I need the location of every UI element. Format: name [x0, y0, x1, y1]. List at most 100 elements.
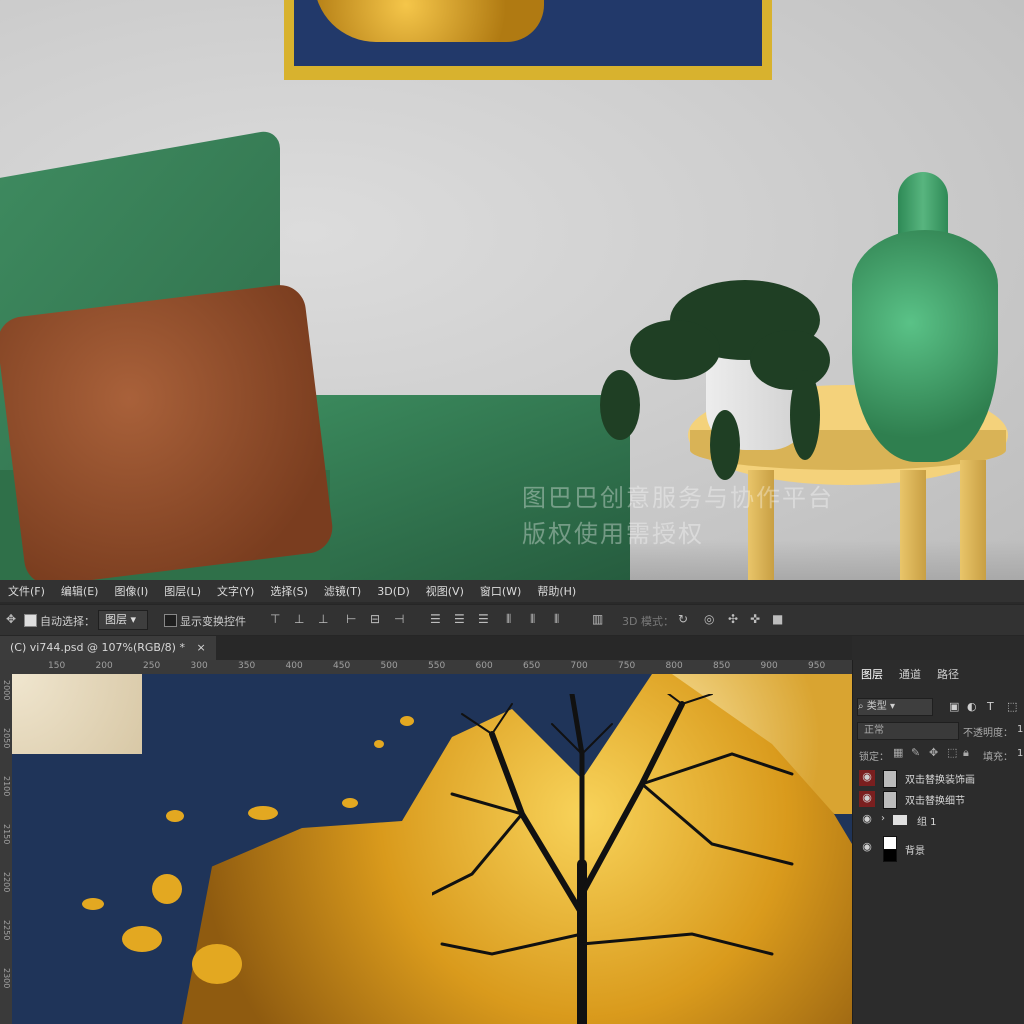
- 3d-mode-label: 3D 模式：: [622, 615, 674, 628]
- ruler-tick-label: 2100: [2, 776, 11, 797]
- menu-edit[interactable]: 编辑(E): [53, 583, 107, 599]
- distribute-top-icon[interactable]: ☰: [430, 612, 441, 626]
- close-tab-icon[interactable]: ×: [196, 641, 205, 654]
- ruler-tick-label: 650: [523, 661, 541, 671]
- fill-value[interactable]: 1: [1017, 748, 1023, 759]
- align-vcenter-icon[interactable]: ⊥: [294, 612, 304, 626]
- ruler-tick-label: 750: [618, 661, 636, 671]
- table-leg: [900, 470, 926, 580]
- smart-object-icon: [883, 770, 897, 788]
- mockup-preview: 图巴巴创意服务与协作平台 版权使用需授权: [0, 0, 1024, 580]
- blend-mode-dropdown[interactable]: 正常: [857, 722, 959, 740]
- opacity-value[interactable]: 1: [1017, 724, 1023, 735]
- ruler-tick-label: 850: [713, 661, 731, 671]
- align-bottom-icon[interactable]: ⊥: [318, 612, 328, 626]
- menu-file[interactable]: 文件(F): [0, 583, 53, 599]
- watermark-line-2: 版权使用需授权: [522, 520, 704, 548]
- menu-select[interactable]: 选择(S): [262, 583, 316, 599]
- horizontal-ruler: 150 200 250 300 350 400 450 500 550 600 650 700 750 8…: [0, 660, 852, 675]
- menu-window[interactable]: 窗口(W): [472, 583, 529, 599]
- fill-label: 填充：: [983, 752, 1013, 763]
- show-transform-checkbox[interactable]: [164, 614, 177, 627]
- lock-position-icon[interactable]: ✥: [929, 746, 938, 759]
- ruler-tick-label: 2250: [2, 920, 11, 941]
- tab-channels[interactable]: 通道: [899, 666, 921, 682]
- eye-icon[interactable]: ◉: [859, 840, 875, 856]
- filter-image-icon[interactable]: ▣: [949, 700, 959, 713]
- filter-shape-icon[interactable]: ⬚: [1007, 700, 1017, 713]
- smart-object-icon: [883, 791, 897, 809]
- ivy-plant: [590, 260, 850, 490]
- ruler-tick-label: 250: [143, 661, 161, 671]
- distribute-hcenter-icon[interactable]: ⦀: [530, 612, 535, 627]
- align-left-icon[interactable]: ⊢: [346, 612, 356, 626]
- framed-artwork: [294, 0, 762, 66]
- layer-row[interactable]: ◉ 双击替换装饰画: [853, 768, 1024, 788]
- vertical-ruler: 2000 2050 2100 2150 2200 2250 2300: [0, 674, 12, 1024]
- document-tab-bar: (C) vi744.psd @ 107%(RGB/8) * ×: [0, 636, 852, 660]
- opacity-label: 不透明度：: [963, 728, 1013, 739]
- watermark-line-1: 图巴巴创意服务与协作平台: [522, 484, 834, 512]
- eye-icon[interactable]: ◉: [859, 812, 875, 828]
- menu-layer[interactable]: 图层(L): [156, 583, 209, 599]
- layer-name: 背景: [905, 846, 925, 857]
- layer-filter-dropdown[interactable]: ⌕ 类型 ▾: [857, 698, 933, 716]
- options-bar: ✥ 自动选择： 图层 ▾ 显示变换控件 ⊤ ⊥ ⊥ ⊢ ⊟ ⊣ ☰ ☰ ☰ ⦀ …: [0, 604, 1024, 636]
- folder-icon: [893, 815, 907, 825]
- menu-type[interactable]: 文字(Y): [209, 583, 262, 599]
- ruler-tick-label: 2150: [2, 824, 11, 845]
- document-tab[interactable]: (C) vi744.psd @ 107%(RGB/8) * ×: [0, 636, 216, 660]
- filter-adjust-icon[interactable]: ◐: [967, 700, 977, 713]
- ruler-tick-label: 800: [665, 661, 683, 671]
- distribute-bottom-icon[interactable]: ☰: [478, 612, 489, 626]
- lock-paint-icon[interactable]: ✎: [911, 746, 920, 759]
- auto-select-label: 自动选择：: [40, 615, 95, 628]
- ruler-tick-label: 350: [238, 661, 256, 671]
- eye-icon[interactable]: ◉: [859, 770, 875, 786]
- lock-artboard-icon[interactable]: ⬚: [947, 746, 957, 759]
- layer-name: 双击替换装饰画: [905, 775, 975, 786]
- lock-all-icon[interactable]: 🔒︎: [963, 746, 969, 760]
- tab-paths[interactable]: 路径: [937, 666, 959, 682]
- 3d-camera-icon[interactable]: ■: [772, 612, 783, 626]
- menu-view[interactable]: 视图(V): [418, 583, 472, 599]
- align-hcenter-icon[interactable]: ⊟: [370, 612, 380, 626]
- ruler-tick-label: 550: [428, 661, 446, 671]
- ruler-tick-label: 2050: [2, 728, 11, 749]
- ruler-tick-label: 200: [95, 661, 113, 671]
- 3d-slide-icon[interactable]: ✜: [750, 612, 760, 626]
- distribute-left-icon[interactable]: ⦀: [506, 612, 511, 627]
- document-canvas[interactable]: [12, 674, 852, 1024]
- distribute-right-icon[interactable]: ⦀: [554, 612, 559, 627]
- auto-select-target-dropdown[interactable]: 图层 ▾: [98, 610, 148, 630]
- auto-select-checkbox[interactable]: [24, 614, 37, 627]
- lock-label: 锁定：: [859, 752, 889, 763]
- layer-row[interactable]: ◉ › 组 1: [853, 810, 1024, 830]
- eye-icon[interactable]: ◉: [859, 791, 875, 807]
- chevron-right-icon[interactable]: ›: [881, 813, 885, 824]
- lock-pixels-icon[interactable]: ▦: [893, 746, 903, 759]
- 3d-rotate-icon[interactable]: ↻: [678, 612, 688, 626]
- tab-layers[interactable]: 图层: [861, 666, 883, 682]
- menu-image[interactable]: 图像(I): [106, 583, 156, 599]
- ruler-tick-label: 900: [760, 661, 778, 671]
- menu-3d[interactable]: 3D(D): [369, 585, 418, 598]
- align-right-icon[interactable]: ⊣: [394, 612, 404, 626]
- green-vase: [852, 230, 998, 462]
- move-tool-icon[interactable]: ✥: [6, 612, 16, 626]
- menu-help[interactable]: 帮助(H): [529, 583, 584, 599]
- 3d-roll-icon[interactable]: ◎: [704, 612, 714, 626]
- ruler-tick-label: 450: [333, 661, 351, 671]
- layer-row[interactable]: ◉ 背景: [853, 834, 1024, 862]
- auto-align-icon[interactable]: ▥: [592, 612, 603, 626]
- ruler-tick-label: 400: [285, 661, 303, 671]
- menu-filter[interactable]: 滤镜(T): [316, 583, 369, 599]
- align-top-icon[interactable]: ⊤: [270, 612, 280, 626]
- layer-name: 组 1: [917, 817, 937, 828]
- distribute-vcenter-icon[interactable]: ☰: [454, 612, 465, 626]
- layer-row[interactable]: ◉ 双击替换细节: [853, 789, 1024, 809]
- filter-type-icon[interactable]: T: [987, 700, 994, 713]
- ruler-tick-label: 2000: [2, 680, 11, 701]
- bare-tree-illustration: [432, 694, 794, 1024]
- 3d-drag-icon[interactable]: ✣: [728, 612, 738, 626]
